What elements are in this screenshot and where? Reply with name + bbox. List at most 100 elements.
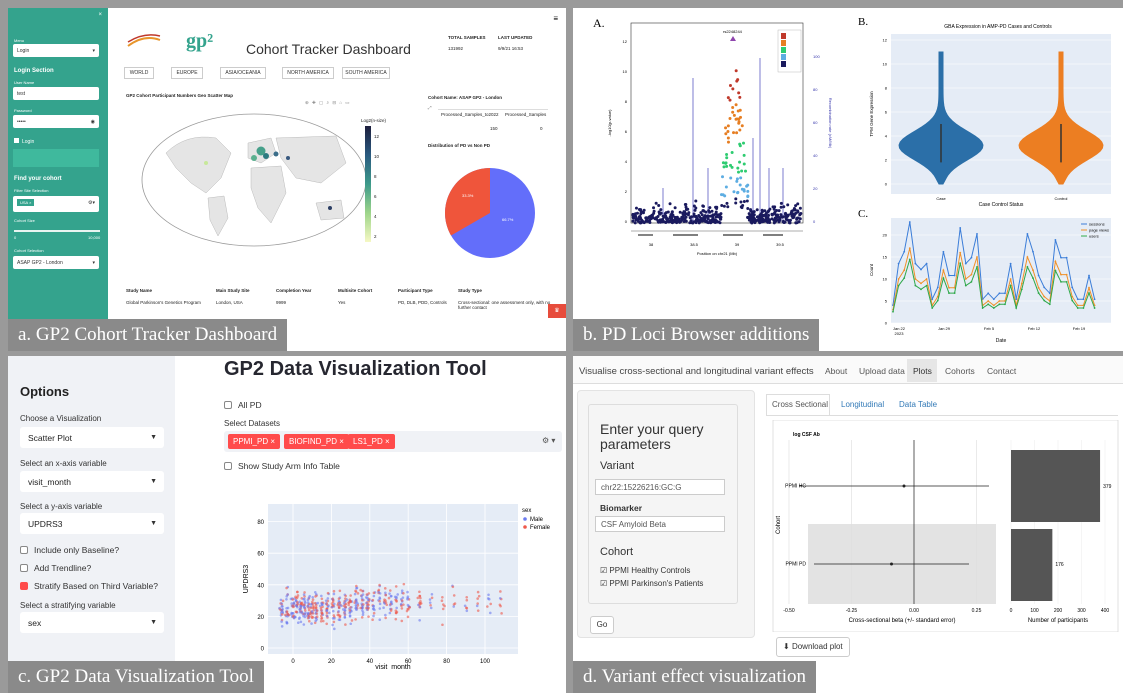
nav-contact[interactable]: Contact — [987, 366, 1016, 376]
x-tick: Feb 12 — [1028, 326, 1041, 331]
scatter-point — [294, 599, 298, 602]
login-button[interactable] — [13, 149, 99, 167]
snp-point — [708, 206, 712, 210]
study-info-value: Global Parkinson's Genetics Program — [126, 300, 201, 305]
expand-icon[interactable]: ⤢ — [428, 105, 432, 110]
scatter-point — [378, 618, 382, 621]
study-arm-checkbox[interactable]: Show Study Arm Info Table — [224, 461, 340, 471]
tab-data-table[interactable]: Data Table — [899, 400, 937, 409]
password-input[interactable]: ••••• ◉ — [13, 115, 99, 128]
scatter-point — [320, 601, 323, 605]
cohort-hc-checkbox[interactable]: ☑ PPMI Healthy Controls — [600, 566, 690, 575]
geo-scatter-map[interactable] — [136, 108, 376, 258]
y-variable-value: UPDRS3 — [28, 519, 63, 529]
locus-zoom-plot[interactable]: 0 2 4 6 8 10 12 0 20 40 60 80 100 rs2248244 38 38.5 39 39… — [603, 18, 843, 263]
map-toolbar[interactable]: ⊕ ✚ ▢ ⌕ ⊟ ⌂ ▭ — [305, 100, 351, 106]
biomarker-input[interactable]: CSF Amyloid Beta — [595, 516, 725, 532]
scatter-point — [320, 611, 323, 614]
baseline-label: Include only Baseline? — [34, 545, 120, 555]
filter-select[interactable]: USA × ⚙▾ — [13, 196, 99, 212]
region-north-america[interactable]: NORTH AMERICA — [282, 67, 334, 79]
snp-point — [744, 169, 748, 173]
snp-point — [684, 202, 688, 206]
line-chart[interactable]: 05101520sessionspage viewsusersJan 22202… — [863, 208, 1118, 350]
snp-point — [724, 132, 728, 136]
region-world[interactable]: WORLD — [124, 67, 154, 79]
snp-point — [745, 184, 749, 188]
region-asia[interactable]: ASIA/OCEANIA — [220, 67, 266, 79]
map-point — [204, 161, 208, 165]
chevron-down-icon: ▼ — [150, 478, 157, 485]
viz-select[interactable]: Scatter Plot ▼ — [20, 427, 164, 448]
x-variable-select[interactable]: visit_month ▼ — [20, 471, 164, 492]
close-icon[interactable]: × — [98, 12, 102, 18]
filter-chip[interactable]: USA × — [17, 199, 35, 206]
all-pd-checkbox[interactable]: All PD — [224, 400, 262, 410]
tab-cross-sectional[interactable]: Cross Sectional — [772, 400, 828, 409]
download-plot-button[interactable]: ⬇ Download plot — [776, 637, 850, 657]
stratify-checkbox[interactable]: Stratify Based on Third Variable? — [20, 581, 158, 591]
menu-select[interactable]: Login ▾ — [13, 44, 99, 57]
query-title: Enter your query parameters — [600, 421, 704, 452]
menu-icon[interactable]: ≡ — [553, 14, 558, 23]
scatter-point — [298, 608, 302, 611]
scatter-point — [302, 593, 306, 596]
region-europe[interactable]: EUROPE — [171, 67, 203, 79]
scatter-point — [366, 598, 370, 602]
strat-variable-select[interactable]: sex ▼ — [20, 612, 164, 633]
pd-pie-chart[interactable]: 66.7% 33.3% — [440, 163, 540, 263]
snp-point — [773, 205, 777, 209]
x-tick: 39.5 — [776, 242, 785, 247]
study-info-value: Yes — [338, 300, 346, 305]
cohort-size-slider[interactable] — [14, 230, 100, 232]
settings-icon[interactable]: ⚙ ▾ — [542, 436, 555, 445]
y-variable-select[interactable]: UPDRS3 ▼ — [20, 513, 164, 534]
streamlit-badge-icon[interactable]: ♛ — [548, 304, 566, 318]
scatter-point — [395, 599, 398, 602]
variant-input[interactable]: chr22:15226216:GC:G — [595, 479, 725, 495]
scatter-plot[interactable]: 0204060800 20 40 60 80 100sexMaleFemalevisit_… — [238, 504, 563, 669]
scatter-point — [349, 594, 352, 597]
tab-longitudinal[interactable]: Longitudinal — [841, 400, 884, 409]
baseline-checkbox[interactable]: Include only Baseline? — [20, 545, 119, 555]
forest-plot[interactable]: log CSF Ab -0.50 -0.25 0.00 0.25 PPMI HC PPMI … — [768, 420, 1123, 632]
datasets-label: Select Datasets — [224, 419, 281, 428]
login-checkbox[interactable]: Login — [14, 138, 34, 145]
dataset-tag[interactable]: LS1_PD × — [348, 434, 395, 449]
scatter-point — [476, 597, 479, 600]
filter-label: Filter Site Selection — [14, 188, 49, 193]
go-button[interactable]: Go — [590, 616, 614, 634]
tab-divider — [766, 415, 1118, 416]
snp-point — [658, 218, 662, 222]
y-tick: 0 — [885, 182, 888, 187]
snp-point — [732, 190, 736, 194]
nav-upload[interactable]: Upload data — [859, 366, 905, 376]
nav-plots[interactable]: Plots — [913, 366, 932, 376]
violin-plot[interactable]: GBA Expression in AMP-PD Cases and Contr… — [863, 18, 1118, 208]
chevron-down-icon: ▼ — [150, 619, 157, 626]
scatter-point — [306, 605, 310, 608]
region-south-america[interactable]: SOUTH AMERICA — [342, 67, 390, 79]
dataset-tag[interactable]: PPMI_PD × — [228, 434, 281, 449]
scatter-point — [337, 599, 341, 603]
eye-icon[interactable]: ◉ — [91, 119, 95, 125]
scatter-point — [337, 605, 341, 608]
scatter-point — [314, 619, 318, 623]
username-input[interactable]: test — [13, 87, 99, 100]
nav-about[interactable]: About — [825, 366, 847, 376]
nav-cohorts[interactable]: Cohorts — [945, 366, 975, 376]
snp-point — [779, 201, 783, 205]
x-axis-label: Date — [996, 338, 1007, 344]
scatter-point — [372, 611, 376, 615]
dataset-tag[interactable]: BIOFIND_PD × — [284, 434, 349, 449]
scatter-point — [476, 609, 480, 612]
scatter-point — [406, 603, 410, 607]
snp-point — [650, 216, 654, 220]
download-label: Download plot — [791, 642, 843, 651]
snp-point — [735, 79, 739, 83]
cohort-select[interactable]: ASAP GP2 - London ▾ — [13, 256, 99, 269]
cohort-pd-checkbox[interactable]: ☑ PPMI Parkinson's Patients — [600, 579, 703, 588]
scatter-point — [326, 591, 330, 595]
trendline-checkbox[interactable]: Add Trendline? — [20, 563, 91, 573]
last-updated-label: LAST UPDATED — [498, 35, 533, 40]
